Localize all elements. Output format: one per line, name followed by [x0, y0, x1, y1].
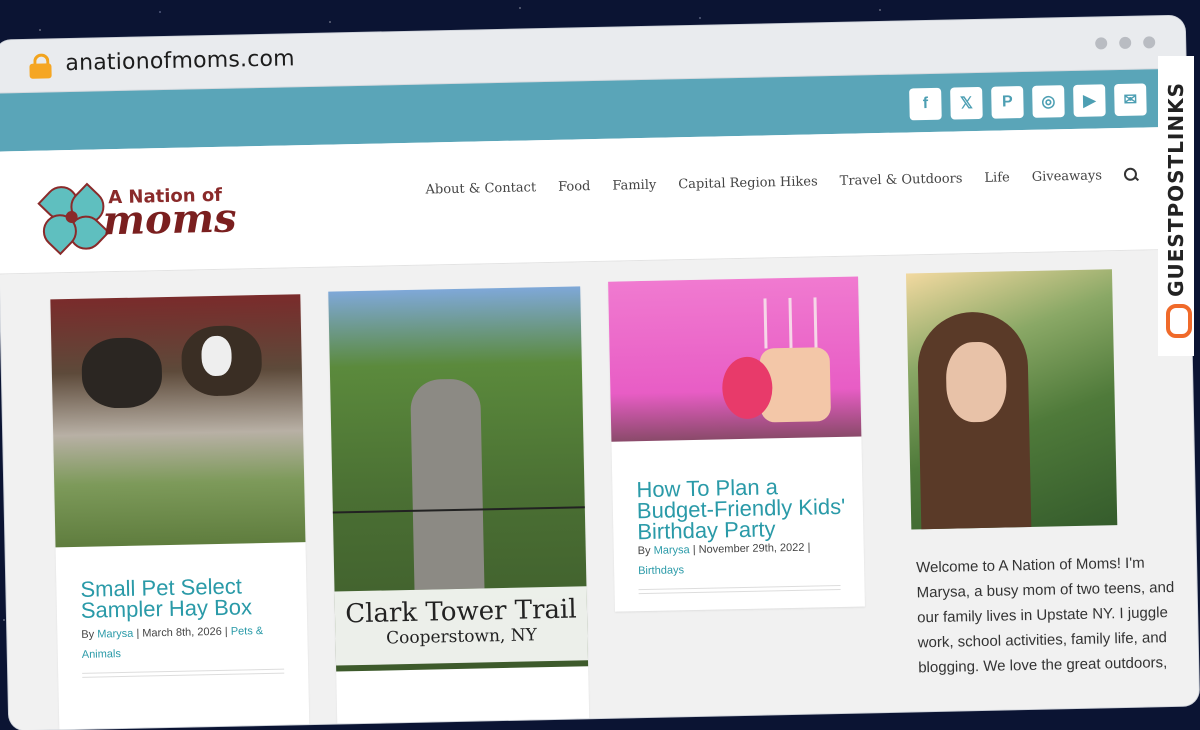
- divider: [82, 668, 285, 678]
- mail-icon[interactable]: ✉: [1114, 83, 1147, 117]
- welcome-text: Welcome to A Nation of Moms! I'm Marysa,…: [915, 554, 1175, 677]
- birthday-donut-image[interactable]: [608, 276, 862, 442]
- post-author[interactable]: Marysa: [654, 544, 690, 557]
- post-meta: By Marysa | November 29th, 2022 | Birthd…: [637, 541, 811, 578]
- window-controls: [1095, 36, 1156, 50]
- pinterest-icon[interactable]: P: [991, 86, 1024, 119]
- social-links: f 𝕏 P ◎ ▶ ✉: [909, 83, 1147, 121]
- image-caption: Clark Tower Trail Cooperstown, NY: [334, 586, 589, 666]
- link-icon: [1166, 304, 1192, 338]
- watermark-text: GUESTPOSTLINKS: [1164, 82, 1188, 297]
- post-title[interactable]: Small Pet Select Sampler Hay Box: [80, 573, 281, 622]
- flower-icon: [35, 179, 112, 257]
- post-card[interactable]: How To Plan a Budget-Friendly Kids' Birt…: [608, 276, 865, 612]
- youtube-icon[interactable]: ▶: [1073, 84, 1106, 117]
- post-title[interactable]: How To Plan a Budget-Friendly Kids' Birt…: [636, 474, 847, 544]
- url-text[interactable]: anationofmoms.com: [65, 46, 295, 76]
- x-icon[interactable]: 𝕏: [950, 86, 983, 120]
- main-nav: About & Contact Food Family Capital Regi…: [425, 167, 1140, 198]
- browser: anationofmoms.com f 𝕏 P ◎ ▶ ✉ A Nation o…: [0, 0, 1200, 730]
- instagram-icon[interactable]: ◎: [1032, 85, 1065, 118]
- logo-line2: moms: [102, 194, 238, 245]
- nav-giveaways[interactable]: Giveaways: [1032, 168, 1103, 184]
- browser-window: anationofmoms.com f 𝕏 P ◎ ▶ ✉ A Nation o…: [0, 15, 1200, 730]
- watermark-badge: GUESTPOSTLINKS: [1158, 56, 1194, 356]
- post-date: March 8th, 2026: [142, 625, 222, 640]
- nav-capital-region-hikes[interactable]: Capital Region Hikes: [678, 174, 818, 192]
- clark-tower-image[interactable]: Clark Tower Trail Cooperstown, NY: [328, 286, 589, 672]
- post-author[interactable]: Marysa: [97, 628, 133, 641]
- nav-food[interactable]: Food: [558, 179, 591, 195]
- guinea-pig-image[interactable]: [50, 294, 306, 548]
- facebook-icon[interactable]: f: [909, 87, 942, 121]
- nav-life[interactable]: Life: [984, 170, 1010, 186]
- search-icon[interactable]: [1123, 167, 1140, 182]
- post-card[interactable]: Small Pet Select Sampler Hay Box By Mary…: [50, 294, 310, 730]
- post-card[interactable]: Clark Tower Trail Cooperstown, NY: [328, 286, 590, 730]
- divider: [638, 584, 841, 595]
- lock-icon: [29, 53, 52, 79]
- author-photo: [905, 269, 1118, 530]
- nav-travel-outdoors[interactable]: Travel & Outdoors: [840, 171, 963, 189]
- content-area: Small Pet Select Sampler Hay Box By Mary…: [0, 249, 1200, 730]
- nav-family[interactable]: Family: [612, 178, 656, 194]
- post-meta: By Marysa | March 8th, 2026 | Pets & Ani…: [81, 625, 264, 661]
- nav-about-contact[interactable]: About & Contact: [425, 180, 536, 197]
- post-category[interactable]: Birthdays: [638, 564, 684, 577]
- post-date: November 29th, 2022: [698, 541, 805, 556]
